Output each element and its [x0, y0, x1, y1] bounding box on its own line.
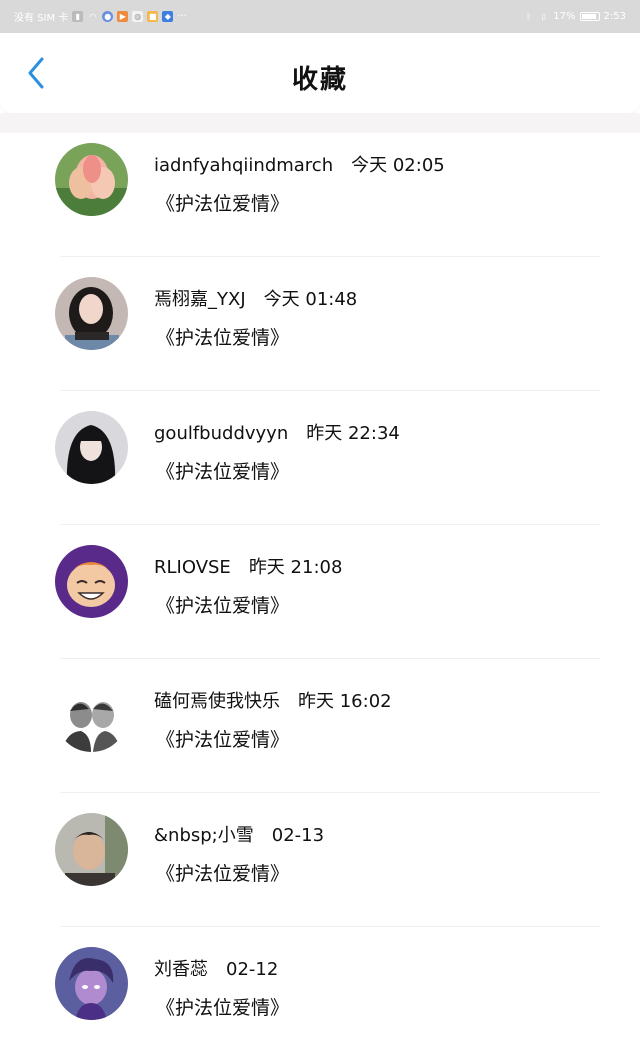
favorites-list: iadnfyahqiindmarch 今天 02:05 《护法位爱情》 焉栩嘉_Y…: [0, 123, 640, 1061]
timestamp: 昨天 22:34: [306, 423, 400, 444]
lotus-avatar-image: [55, 143, 128, 216]
gift-notification-icon: ■: [147, 11, 159, 22]
status-bar: 没有 SIM 卡 ▮ ◠ ● ▶ ◍ ■ ◆ ··· ᛒ ▯ 17% 2:53: [0, 0, 640, 33]
list-item[interactable]: goulfbuddvyyn 昨天 22:34 《护法位爱情》: [0, 391, 640, 525]
timestamp: 昨天 21:08: [248, 557, 343, 578]
book-title[interactable]: 《护法位爱情》: [156, 323, 289, 350]
status-right: ᛒ ▯ 17% 2:53: [523, 11, 626, 22]
bluetooth-icon: ᛒ: [526, 11, 532, 21]
item-header: &nbsp;小雪 02-13: [154, 821, 324, 847]
book-title[interactable]: 《护法位爱情》: [156, 725, 289, 752]
book-title[interactable]: 《护法位爱情》: [156, 993, 289, 1020]
username[interactable]: 磕何焉使我快乐: [154, 691, 280, 712]
carrier-text: 没有 SIM 卡: [14, 13, 69, 24]
two-people-avatar-image: [55, 679, 128, 752]
status-left: 没有 SIM 卡 ▮ ◠ ● ▶ ◍ ■ ◆ ···: [14, 9, 187, 24]
chat-notification-icon: ◍: [132, 11, 144, 22]
avatar[interactable]: [55, 143, 128, 216]
username[interactable]: 焉栩嘉_YXJ: [154, 289, 246, 310]
play-notification-icon: ▶: [117, 11, 129, 22]
list-item[interactable]: iadnfyahqiindmarch 今天 02:05 《护法位爱情》: [0, 123, 640, 257]
vibrate-icon: ▯: [541, 11, 546, 21]
page-title: 收藏: [291, 65, 348, 95]
timestamp: 02-13: [271, 825, 325, 846]
item-header: RLIOVSE 昨天 21:08: [154, 553, 342, 579]
cartoon-purple-avatar-image: [55, 947, 128, 1020]
item-header: 磕何焉使我快乐 昨天 16:02: [154, 687, 392, 713]
selfie-avatar-image: [55, 813, 128, 886]
clock: 2:53: [603, 11, 626, 22]
avatar[interactable]: [55, 277, 128, 350]
timestamp: 02-12: [226, 959, 279, 980]
item-header: iadnfyahqiindmarch 今天 02:05: [154, 151, 445, 177]
timestamp: 昨天 16:02: [298, 691, 392, 712]
username[interactable]: 刘香蕊: [154, 959, 208, 980]
more-notifications-icon: ···: [177, 11, 187, 22]
girl-avatar-image: [55, 277, 128, 350]
avatar[interactable]: [55, 545, 128, 618]
list-item[interactable]: &nbsp;小雪 02-13 《护法位爱情》: [0, 793, 640, 927]
battery-percent: 17%: [553, 11, 576, 22]
item-header: goulfbuddvyyn 昨天 22:34: [154, 419, 400, 445]
timestamp: 今天 01:48: [263, 289, 358, 310]
timestamp: 今天 02:05: [351, 155, 445, 176]
list-item[interactable]: 刘香蕊 02-12 《护法位爱情》: [0, 927, 640, 1061]
sim-icon: ▮: [72, 11, 84, 22]
book-title[interactable]: 《护法位爱情》: [156, 859, 289, 886]
username[interactable]: &nbsp;小雪: [154, 825, 254, 846]
item-header: 刘香蕊 02-12: [154, 955, 278, 981]
avatar[interactable]: [55, 679, 128, 752]
wifi-icon: ◠: [89, 11, 97, 21]
avatar[interactable]: [55, 947, 128, 1020]
username[interactable]: goulfbuddvyyn: [154, 423, 288, 444]
book-title[interactable]: 《护法位爱情》: [156, 189, 289, 216]
book-title[interactable]: 《护法位爱情》: [156, 457, 289, 484]
list-item[interactable]: 磕何焉使我快乐 昨天 16:02 《护法位爱情》: [0, 659, 640, 793]
app-notification-icon: ●: [102, 11, 114, 22]
list-item[interactable]: RLIOVSE 昨天 21:08 《护法位爱情》: [0, 525, 640, 659]
book-title[interactable]: 《护法位爱情》: [156, 591, 289, 618]
cartoon-avatar-image: [55, 545, 128, 618]
shield-notification-icon: ◆: [162, 11, 174, 22]
avatar[interactable]: [55, 813, 128, 886]
item-header: 焉栩嘉_YXJ 今天 01:48: [154, 285, 357, 311]
app-header: 收藏: [0, 33, 640, 113]
anime-girl-avatar-image: [55, 411, 128, 484]
avatar[interactable]: [55, 411, 128, 484]
username[interactable]: iadnfyahqiindmarch: [154, 155, 333, 176]
battery-icon: [579, 12, 600, 21]
list-item[interactable]: 焉栩嘉_YXJ 今天 01:48 《护法位爱情》: [0, 257, 640, 391]
username[interactable]: RLIOVSE: [154, 557, 231, 578]
